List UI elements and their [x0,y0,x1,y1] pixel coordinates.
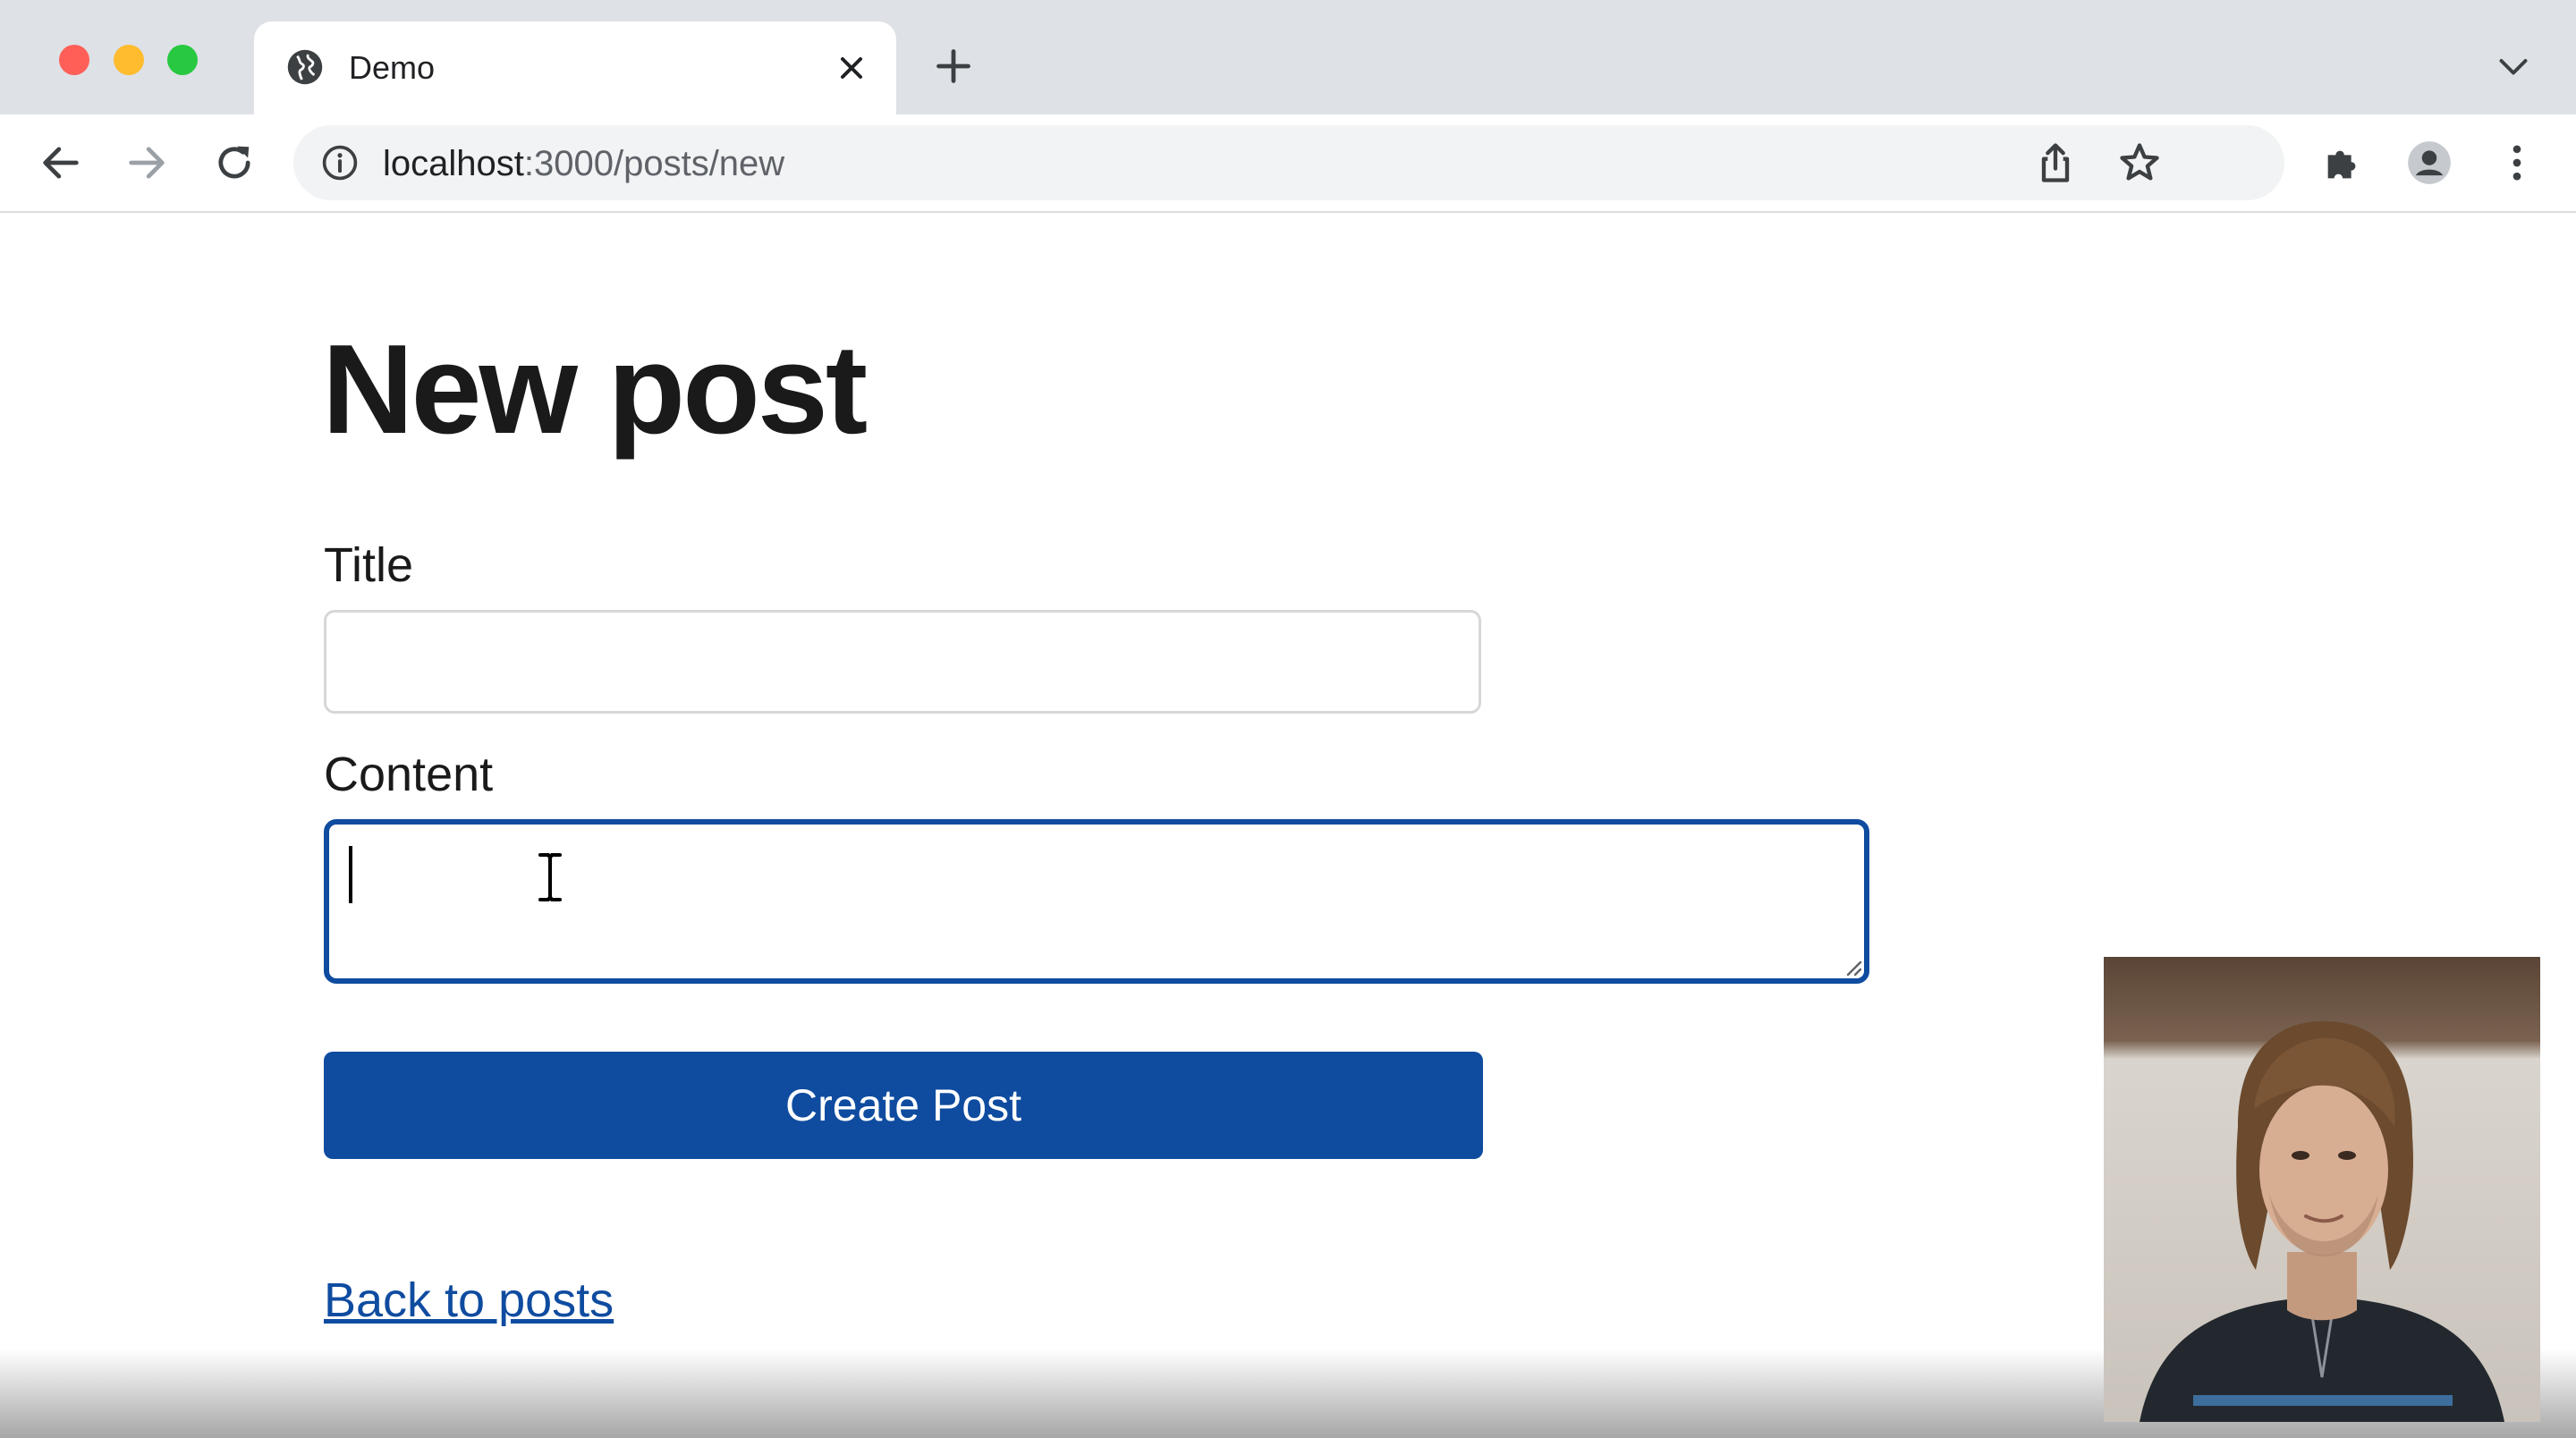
create-post-button[interactable]: Create Post [324,1052,1483,1159]
window-close-button[interactable] [59,45,89,75]
webcam-feed [2104,957,2540,1422]
window-minimize-button[interactable] [114,45,144,75]
webcam-overlay [2104,957,2540,1422]
arrow-right-icon[interactable] [123,140,170,186]
tab-strip: Demo [0,0,2576,114]
reload-icon[interactable] [211,140,258,186]
arrow-left-icon[interactable] [38,140,84,186]
ibeam-cursor-icon [537,851,564,903]
share-icon[interactable] [2032,140,2079,186]
info-icon[interactable] [320,143,360,182]
close-icon[interactable] [834,50,869,86]
avatar-icon[interactable] [2406,140,2453,186]
chevron-down-icon[interactable] [2497,54,2529,79]
tab-demo[interactable]: Demo [254,21,896,114]
browser-toolbar: localhost:3000/posts/new [0,114,2576,213]
globe-icon [287,49,323,85]
url-path: :3000/posts/new [523,144,785,183]
title-label: Title [324,538,414,592]
content-label: Content [324,748,494,801]
resize-handle-icon[interactable] [1844,959,1862,977]
tab-title: Demo [349,49,436,86]
window-zoom-button[interactable] [167,45,198,75]
address-bar[interactable]: localhost:3000/posts/new [293,125,2284,200]
star-icon[interactable] [2116,140,2163,186]
title-input[interactable] [324,610,1481,714]
back-to-posts-link[interactable]: Back to posts [324,1272,614,1329]
puzzle-icon[interactable] [2320,140,2367,186]
plus-icon[interactable] [934,47,973,86]
text-caret [349,846,352,903]
url-text[interactable]: localhost:3000/posts/new [383,143,784,184]
url-host: localhost [383,144,524,183]
kebab-menu-icon[interactable] [2494,140,2540,186]
page-title: New post [322,318,868,461]
browser-window: Demo localhost:3000/posts/new New post T… [0,0,2576,1438]
